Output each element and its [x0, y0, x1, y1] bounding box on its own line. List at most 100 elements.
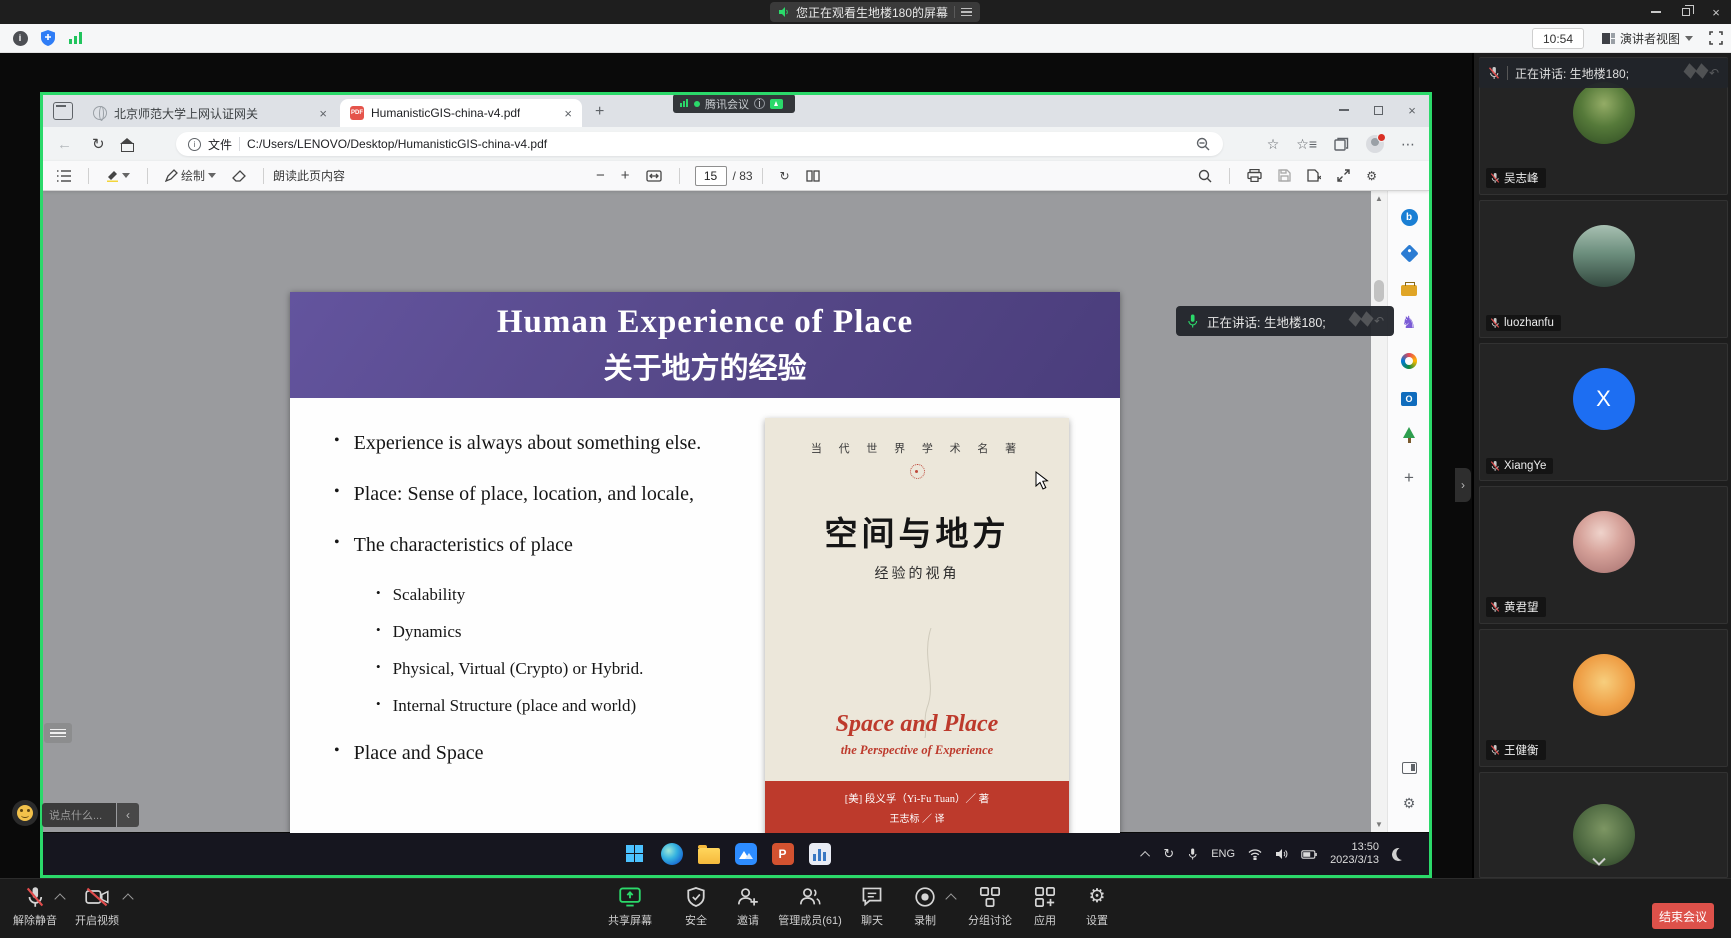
profile-avatar[interactable] — [1366, 135, 1384, 153]
outlook-icon[interactable]: O — [1397, 387, 1421, 411]
eraser-icon[interactable] — [232, 170, 246, 182]
banner-menu-icon[interactable] — [961, 8, 972, 17]
taskbar-edge-icon[interactable] — [658, 840, 685, 867]
info-icon[interactable]: i — [754, 98, 765, 109]
save-icon[interactable] — [1278, 169, 1291, 182]
games-icon[interactable]: ♞ — [1397, 311, 1421, 335]
quick-chat-input[interactable]: 说点什么... — [42, 803, 116, 827]
chevron-down-icon[interactable] — [208, 173, 216, 178]
pdf-settings-gear-icon[interactable]: ⚙ — [1366, 169, 1377, 183]
view-mode-button[interactable]: 演讲者视图 — [1596, 27, 1699, 50]
language-indicator[interactable]: ENG — [1211, 848, 1235, 860]
meeting-info-button[interactable]: i — [8, 28, 32, 48]
tab-actions-icon[interactable] — [53, 102, 73, 120]
fit-width-icon[interactable] — [646, 170, 662, 182]
pdf-page-input[interactable] — [695, 166, 727, 186]
taskbar-powerpoint-icon[interactable]: P — [769, 840, 796, 867]
volume-icon[interactable] — [1275, 848, 1288, 860]
close-button[interactable]: × — [1701, 0, 1731, 24]
favorite-star-icon[interactable]: ☆ — [1267, 136, 1280, 153]
read-aloud-button[interactable]: 朗读此页内容 — [273, 167, 345, 184]
slide-bullets: •Experience is always about something el… — [334, 432, 764, 793]
refresh-icon[interactable]: ↻ — [92, 135, 105, 153]
sidebar-settings-gear-icon[interactable]: ⚙ — [1397, 791, 1421, 815]
emoji-reaction-button[interactable] — [12, 800, 38, 826]
zoom-out-indicator-icon[interactable] — [1196, 137, 1211, 152]
favorites-bar-icon[interactable]: ☆≡ — [1296, 136, 1317, 153]
tree-planting-icon[interactable] — [1397, 423, 1421, 447]
pdf-scrollbar[interactable]: ▲ ▼ — [1371, 191, 1387, 832]
scrollbar-thumb[interactable] — [1374, 280, 1384, 302]
focus-assist-moon-icon[interactable] — [1391, 846, 1407, 862]
toolbox-icon[interactable] — [1397, 277, 1421, 301]
meeting-clock[interactable]: 10:54 — [1532, 28, 1584, 49]
taskbar-photos-icon[interactable] — [806, 840, 833, 867]
scroll-up-icon[interactable]: ▲ — [1375, 194, 1383, 203]
tab-pdf-active[interactable]: PDF HumanisticGIS-china-v4.pdf × — [340, 99, 582, 127]
participant-tile[interactable]: luozhanfu — [1479, 200, 1728, 338]
wifi-icon[interactable] — [1248, 849, 1262, 860]
pdf-search-icon[interactable] — [1198, 169, 1212, 183]
participant-tile[interactable]: 黄君望 — [1479, 486, 1728, 624]
participant-tile[interactable]: 王健衡 — [1479, 629, 1728, 767]
participant-tile[interactable]: X XiangYe — [1479, 343, 1728, 481]
zoom-in-icon[interactable]: + — [621, 167, 630, 184]
toc-icon[interactable] — [57, 170, 71, 182]
microsoft365-icon[interactable] — [1397, 349, 1421, 373]
expand-icon[interactable] — [1337, 169, 1350, 182]
shopping-tag-icon[interactable] — [1397, 241, 1421, 265]
collapse-tiles-chevron[interactable] — [1586, 853, 1612, 869]
browser-maximize-button[interactable] — [1361, 95, 1395, 125]
page-info-icon[interactable]: i — [188, 138, 201, 151]
minimize-button[interactable] — [1641, 0, 1671, 24]
back-icon[interactable]: ← — [57, 136, 72, 153]
fullscreen-button[interactable] — [1704, 28, 1728, 48]
pdf-viewport[interactable]: Human Experience of Place 关于地方的经验 •Exper… — [43, 191, 1371, 832]
tab-bnu-gateway[interactable]: 北京师范大学上网认证网关 × — [83, 99, 337, 127]
tray-sync-icon[interactable]: ↻ — [1163, 846, 1174, 862]
network-signal-icon[interactable] — [64, 28, 88, 48]
end-meeting-button[interactable]: 结束会议 — [1652, 903, 1714, 929]
taskbar-date: 2023/3/13 — [1330, 854, 1379, 866]
home-icon[interactable] — [121, 139, 134, 150]
tray-mic-icon[interactable] — [1187, 847, 1198, 861]
participant-name-badge: XiangYe — [1486, 458, 1553, 474]
url-field[interactable]: i 文件 C:/Users/LENOVO/Desktop/HumanisticG… — [176, 132, 1223, 156]
taskbar-meeting-icon[interactable] — [732, 840, 759, 867]
scroll-down-icon[interactable]: ▼ — [1375, 820, 1383, 829]
share-indicator-icon[interactable] — [770, 99, 783, 109]
sidebar-panel-icon[interactable] — [1397, 756, 1421, 780]
highlighter-icon[interactable] — [106, 169, 130, 182]
security-shield-icon[interactable] — [36, 28, 60, 48]
bing-copilot-icon[interactable]: b — [1397, 205, 1421, 229]
add-sidebar-item-icon[interactable]: + — [1397, 466, 1421, 490]
restore-button[interactable] — [1671, 0, 1701, 24]
tab-close-icon[interactable]: × — [319, 106, 327, 121]
sidebar-expand-handle[interactable]: › — [1455, 468, 1471, 502]
record-button[interactable]: 录制 — [890, 886, 960, 928]
print-icon[interactable] — [1247, 169, 1262, 182]
browser-menu-icon[interactable]: ⋯ — [1401, 136, 1415, 153]
start-button[interactable] — [621, 840, 648, 867]
rotate-icon[interactable]: ↻ — [780, 169, 790, 183]
collections-icon[interactable] — [1334, 137, 1349, 152]
collapse-chat-icon[interactable]: ‹ — [117, 803, 139, 827]
annotation-toolbar-button[interactable] — [44, 723, 72, 743]
taskbar-explorer-icon[interactable] — [695, 840, 722, 867]
battery-icon[interactable] — [1301, 850, 1317, 859]
taskbar-clock[interactable]: 13:50 2023/3/13 — [1330, 841, 1379, 867]
tab-close-icon[interactable]: × — [564, 106, 572, 121]
browser-minimize-button[interactable] — [1327, 95, 1361, 125]
settings-button[interactable]: ⚙ 设置 — [1062, 886, 1132, 928]
tray-expand-icon[interactable] — [1140, 850, 1150, 860]
draw-button[interactable]: 绘制 — [165, 167, 216, 184]
share-screen-button[interactable]: 共享屏幕 — [595, 886, 665, 928]
browser-close-button[interactable]: × — [1395, 95, 1429, 125]
start-video-button[interactable]: 开启视频 — [62, 886, 132, 928]
chevron-down-icon[interactable] — [122, 173, 130, 178]
zoom-out-icon[interactable]: − — [596, 167, 605, 184]
tencent-mini-bar[interactable]: 腾讯会议 i — [673, 94, 795, 113]
page-view-icon[interactable] — [806, 170, 820, 182]
new-tab-button[interactable]: + — [595, 103, 604, 121]
save-as-icon[interactable] — [1307, 169, 1321, 182]
